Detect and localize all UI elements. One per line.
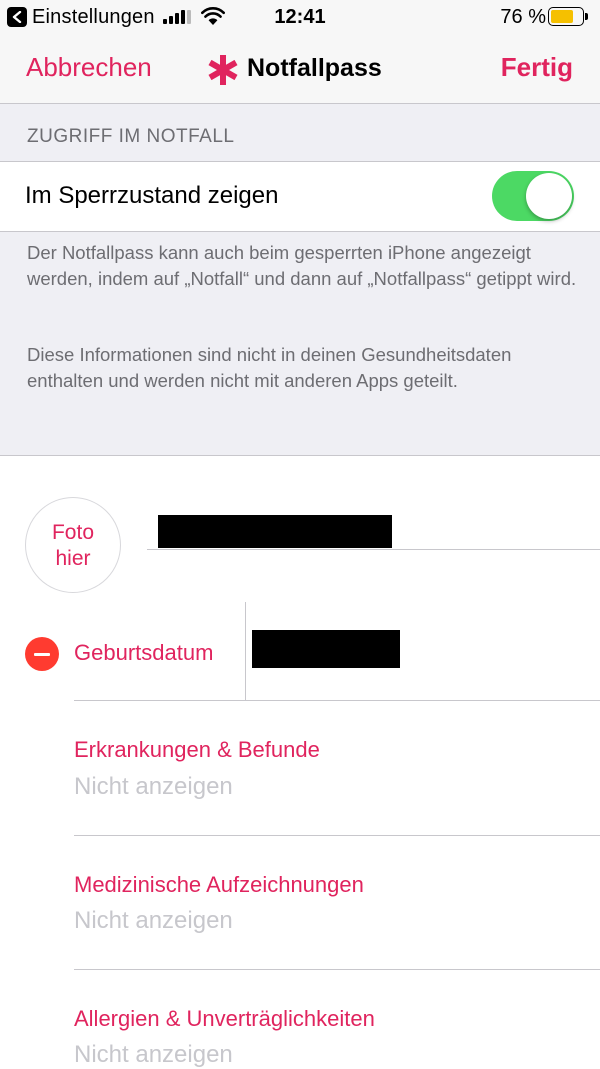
photo-label-line-2: hier <box>55 547 91 570</box>
photo-placeholder-label: Foto hier <box>25 520 121 572</box>
redacted-name <box>158 515 392 548</box>
wifi-icon <box>201 7 225 25</box>
redacted-birthdate[interactable] <box>252 630 400 668</box>
back-to-settings-link[interactable]: Einstellungen <box>32 6 155 29</box>
clock: 12:41 <box>274 6 326 28</box>
vertical-divider <box>245 602 246 700</box>
back-arrow-icon[interactable] <box>7 7 27 27</box>
divider <box>74 835 600 836</box>
birthdate-label: Geburtsdatum <box>74 640 214 665</box>
medical-star-icon <box>208 55 238 85</box>
conditions-value[interactable]: Nicht anzeigen <box>74 773 233 801</box>
toggle-knob <box>526 173 572 219</box>
cellular-signal-icon <box>163 10 193 24</box>
section-header: ZUGRIFF IM NOTFALL <box>27 126 235 147</box>
remove-minus-icon[interactable] <box>25 637 59 671</box>
photo-label-line-1: Foto <box>51 521 95 544</box>
show-when-locked-label: Im Sperrzustand zeigen <box>25 182 279 209</box>
battery-percentage: 76 % <box>500 6 546 28</box>
cancel-button[interactable]: Abbrechen <box>26 52 152 83</box>
show-when-locked-toggle[interactable] <box>492 171 574 221</box>
divider <box>74 969 600 970</box>
battery-cap <box>585 13 588 20</box>
conditions-label[interactable]: Erkrankungen & Befunde <box>74 737 320 763</box>
allergies-value[interactable]: Nicht anzeigen <box>74 1041 233 1069</box>
page-title: Notfallpass <box>247 54 382 82</box>
battery-icon <box>548 7 584 26</box>
allergies-label[interactable]: Allergien & Unverträglichkeiten <box>74 1006 375 1032</box>
done-button[interactable]: Fertig <box>501 52 573 83</box>
privacy-info-text: Diese Informationen sind nicht in deinen… <box>27 344 512 391</box>
lock-info-text: Der Notfallpass kann auch beim gesperrte… <box>27 242 577 289</box>
battery-level-fill <box>551 10 573 23</box>
medical-notes-label[interactable]: Medizinische Aufzeichnungen <box>74 872 364 898</box>
medical-notes-value[interactable]: Nicht anzeigen <box>74 907 233 935</box>
divider <box>147 549 600 550</box>
divider <box>74 700 600 701</box>
